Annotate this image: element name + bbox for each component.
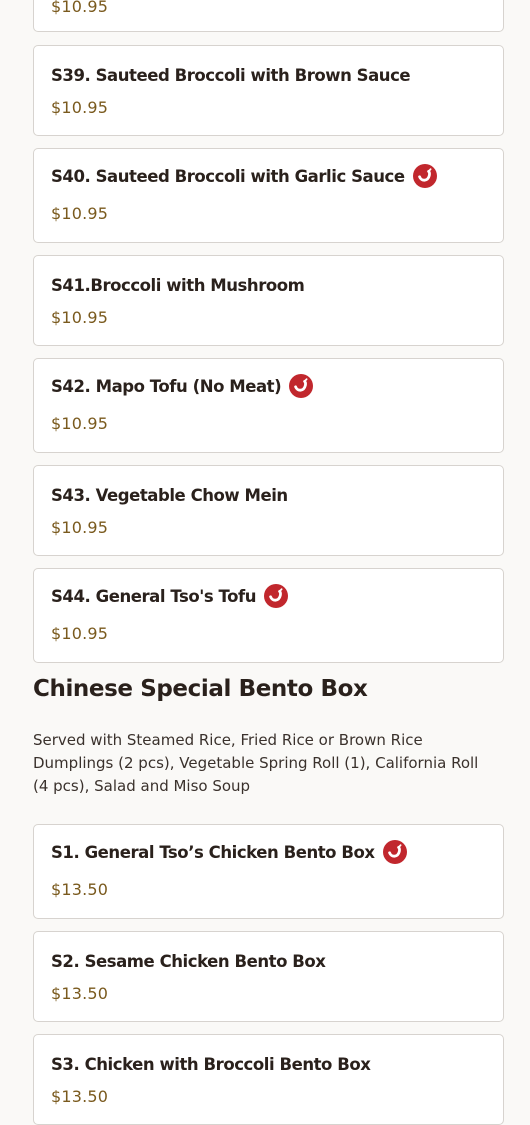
menu-item-name: S1. General Tso’s Chicken Bento Box [51,842,375,862]
section-title: Chinese Special Bento Box [33,676,368,702]
menu-item-card[interactable]: S40. Sauteed Broccoli with Garlic Sauce … [33,148,504,243]
menu-item-card[interactable]: S1. General Tso’s Chicken Bento Box $13.… [33,824,504,919]
menu-item-price: $13.50 [51,984,109,1003]
menu-item-card[interactable]: $10.95 [33,0,504,32]
menu-item-name: S42. Mapo Tofu (No Meat) [51,376,282,396]
menu-item-price: $10.95 [51,624,109,643]
menu-item-price: $13.50 [51,1087,109,1106]
menu-item-card[interactable]: S42. Mapo Tofu (No Meat) $10.95 [33,358,504,453]
menu-item-name: S40. Sauteed Broccoli with Garlic Sauce [51,166,405,186]
chili-pepper-icon [382,840,407,864]
menu-item-name: S39. Sauteed Broccoli with Brown Sauce [51,65,411,85]
menu-item-price: $10.95 [51,308,109,327]
menu-item-price: $10.95 [51,0,109,16]
menu-item-card[interactable]: S39. Sauteed Broccoli with Brown Sauce $… [33,45,504,136]
menu-item-price: $10.95 [51,98,109,117]
chili-pepper-icon [289,374,314,398]
chili-pepper-icon [264,584,289,608]
menu-item-name: S3. Chicken with Broccoli Bento Box [51,1054,371,1074]
menu-item-price: $13.50 [51,880,109,899]
menu-item-price: $10.95 [51,414,109,433]
menu-item-card[interactable]: S43. Vegetable Chow Mein $10.95 [33,465,504,556]
section-description: Served with Steamed Rice, Fried Rice or … [33,731,479,795]
menu-item-name: S43. Vegetable Chow Mein [51,485,288,505]
menu-item-price: $10.95 [51,204,109,223]
chili-pepper-icon [412,164,437,188]
menu-item-card[interactable]: S44. General Tso's Tofu $10.95 [33,568,504,663]
menu-item-name: S2. Sesame Chicken Bento Box [51,951,326,971]
menu-item-card[interactable]: S3. Chicken with Broccoli Bento Box $13.… [33,1034,504,1125]
menu-item-name: S41.Broccoli with Mushroom [51,275,305,295]
menu-item-card[interactable]: S41.Broccoli with Mushroom $10.95 [33,255,504,346]
menu-item-price: $10.95 [51,518,109,537]
menu-item-card[interactable]: S2. Sesame Chicken Bento Box $13.50 [33,931,504,1022]
menu-item-name: S44. General Tso's Tofu [51,586,257,606]
